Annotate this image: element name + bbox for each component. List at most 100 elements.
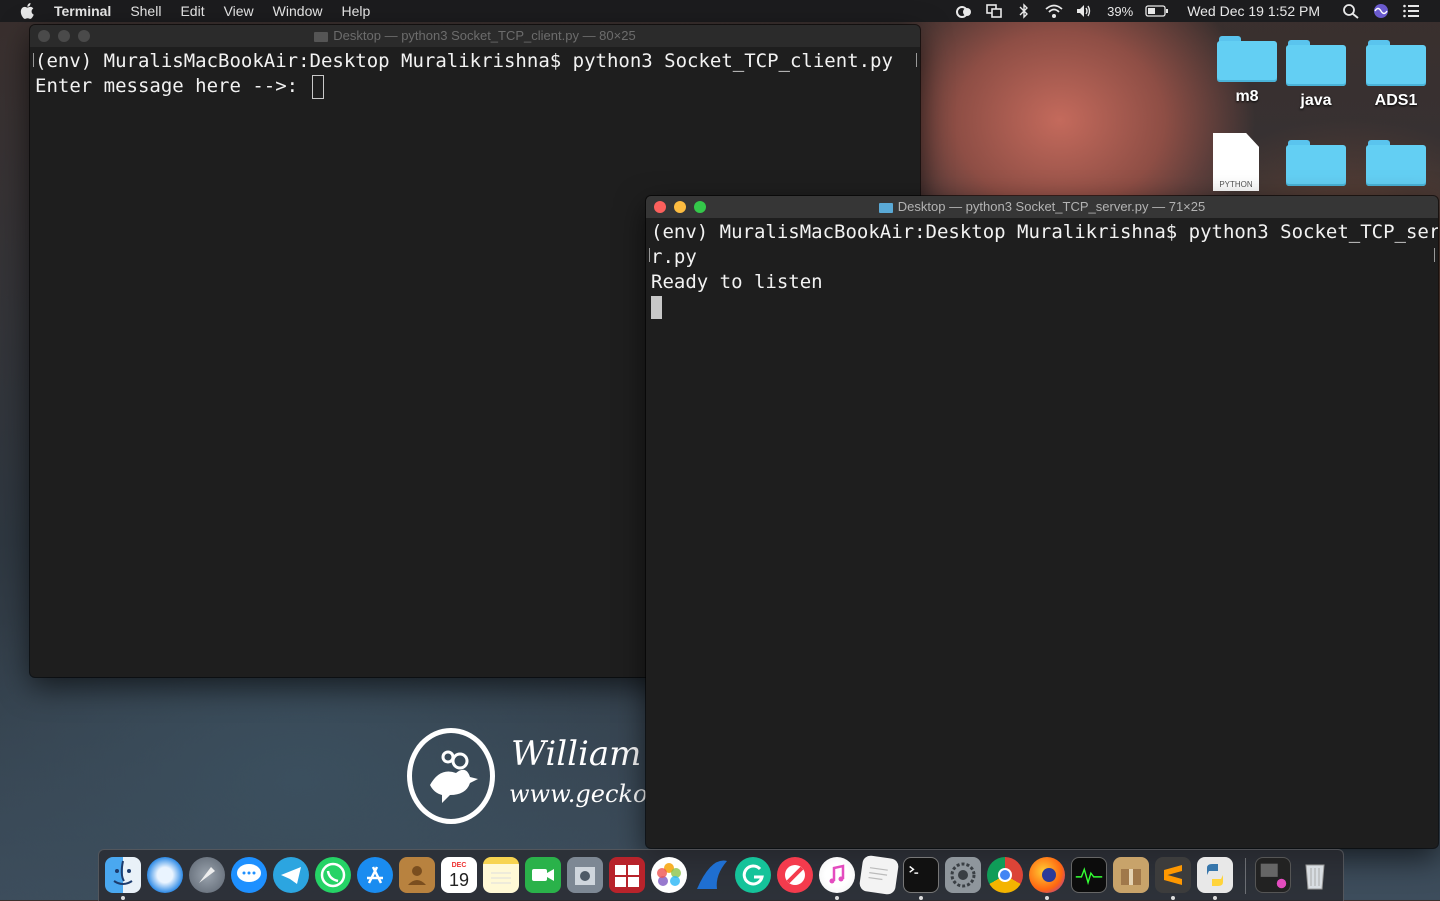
system-preferences-icon[interactable] [945, 857, 981, 893]
running-indicator [835, 896, 839, 900]
window-titlebar[interactable]: Desktop — python3 Socket_TCP_client.py —… [30, 25, 920, 47]
chrome-icon[interactable] [987, 857, 1023, 893]
python-file-icon: PYTHON [1213, 133, 1259, 191]
window-controls [654, 201, 714, 213]
volume-icon[interactable] [1075, 3, 1093, 19]
desktop-folder[interactable] [1276, 140, 1356, 186]
desktop-folder[interactable] [1356, 140, 1436, 186]
contacts-icon[interactable] [399, 857, 435, 893]
preview-icon[interactable] [567, 857, 603, 893]
terminal-window-server[interactable]: Desktop — python3 Socket_TCP_server.py —… [646, 196, 1438, 848]
python-launcher-icon[interactable] [1197, 857, 1233, 893]
minimize-button[interactable] [674, 201, 686, 213]
terminal-line: (env) MuralisMacBookAir:Desktop Muralikr… [35, 50, 893, 72]
desktop-folder-java[interactable]: java [1276, 40, 1356, 110]
window-title: Desktop — python3 Socket_TCP_client.py —… [333, 28, 636, 43]
archive-utility-icon[interactable] [1113, 857, 1149, 893]
running-indicator [919, 896, 923, 900]
photos-icon[interactable] [651, 857, 687, 893]
terminal-line: Ready to listen [651, 271, 823, 293]
desktop-folder-ads1[interactable]: ADS1 [1356, 40, 1436, 110]
news-icon[interactable] [777, 857, 813, 893]
menu-view[interactable]: View [224, 0, 254, 22]
zoom-button[interactable] [694, 201, 706, 213]
clock[interactable]: Wed Dec 19 1:52 PM [1187, 3, 1320, 19]
whatsapp-icon[interactable] [315, 857, 351, 893]
activity-monitor-icon[interactable] [1071, 857, 1107, 893]
menu-shell[interactable]: Shell [130, 0, 161, 22]
menu-bar: Terminal Shell Edit View Window Help 39%… [0, 0, 1440, 22]
trash-icon[interactable] [1297, 857, 1333, 893]
folder-icon [1286, 140, 1346, 186]
window-title: Desktop — python3 Socket_TCP_server.py —… [897, 199, 1206, 214]
photo-booth-icon[interactable] [609, 857, 645, 893]
menu-edit[interactable]: Edit [180, 0, 204, 22]
firefox-icon[interactable] [1029, 857, 1065, 893]
wifi-icon[interactable] [1045, 3, 1063, 19]
dock: DEC 19 [98, 849, 1344, 901]
terminal-app-icon[interactable] [903, 857, 939, 893]
screen-mirror-icon[interactable] [985, 3, 1003, 19]
watermark-url: www.geckoa [509, 780, 662, 808]
folder-icon [1366, 40, 1426, 86]
minimize-button[interactable] [58, 30, 70, 42]
downloads-stack-icon[interactable] [1255, 857, 1291, 893]
battery-percent[interactable]: 39% [1107, 4, 1133, 19]
file-type-badge: PYTHON [1219, 180, 1253, 189]
messages-icon[interactable] [231, 857, 267, 893]
grammarly-icon[interactable] [735, 857, 771, 893]
itunes-icon[interactable] [819, 857, 855, 893]
wireshark-icon[interactable] [693, 857, 729, 893]
terminal-line: r.py [651, 246, 697, 268]
text-cursor [311, 74, 324, 99]
desktop-folder-m8[interactable]: m8 [1207, 36, 1287, 106]
close-button[interactable] [654, 201, 666, 213]
creative-cloud-icon[interactable] [955, 3, 973, 19]
launchpad-icon[interactable] [189, 857, 225, 893]
finder-icon[interactable] [105, 857, 141, 893]
battery-icon[interactable] [1145, 3, 1169, 19]
status-menus: 39% Wed Dec 19 1:52 PM [943, 0, 1440, 22]
calendar-icon[interactable]: DEC 19 [441, 857, 477, 893]
menu-help[interactable]: Help [341, 0, 370, 22]
bluetooth-icon[interactable] [1015, 3, 1033, 19]
desktop-item-label: ADS1 [1374, 92, 1418, 109]
scroll-marker [1434, 248, 1435, 262]
desktop-python-file[interactable]: PYTHON [1196, 133, 1276, 191]
bird-logo-icon [407, 728, 495, 824]
menu-window[interactable]: Window [273, 0, 323, 22]
folder-icon [1217, 36, 1277, 82]
safari-icon[interactable] [147, 857, 183, 893]
textedit-icon[interactable] [858, 854, 900, 896]
running-indicator [1045, 896, 1049, 900]
telegram-icon[interactable] [273, 857, 309, 893]
facetime-icon[interactable] [525, 857, 561, 893]
scroll-marker [649, 248, 650, 262]
notification-center-icon[interactable] [1402, 3, 1420, 19]
spotlight-search-icon[interactable] [1342, 3, 1360, 19]
terminal-output[interactable]: (env) MuralisMacBookAir:Desktop Muralikr… [646, 218, 1438, 322]
apple-menu-icon[interactable] [20, 3, 34, 19]
running-indicator [121, 896, 125, 900]
folder-icon [1286, 40, 1346, 86]
window-controls [38, 30, 98, 42]
close-button[interactable] [38, 30, 50, 42]
zoom-button[interactable] [78, 30, 90, 42]
terminal-output[interactable]: (env) MuralisMacBookAir:Desktop Muralikr… [30, 47, 920, 101]
running-indicator [1213, 896, 1217, 900]
siri-icon[interactable] [1372, 3, 1390, 19]
sublime-text-icon[interactable] [1155, 857, 1191, 893]
folder-icon [314, 31, 329, 42]
running-indicator [1171, 896, 1175, 900]
calendar-day: 19 [448, 869, 470, 890]
dock-separator [1245, 858, 1246, 894]
folder-icon [878, 202, 893, 213]
wallpaper-watermark: William W www.geckoa [407, 728, 687, 828]
terminal-prompt-line: Enter message here -->: [35, 74, 915, 99]
menu-app-terminal[interactable]: Terminal [54, 0, 111, 22]
scroll-marker [916, 53, 917, 67]
scroll-marker [33, 53, 34, 67]
notes-icon[interactable] [483, 857, 519, 893]
window-titlebar[interactable]: Desktop — python3 Socket_TCP_server.py —… [646, 196, 1438, 218]
app-store-icon[interactable] [357, 857, 393, 893]
